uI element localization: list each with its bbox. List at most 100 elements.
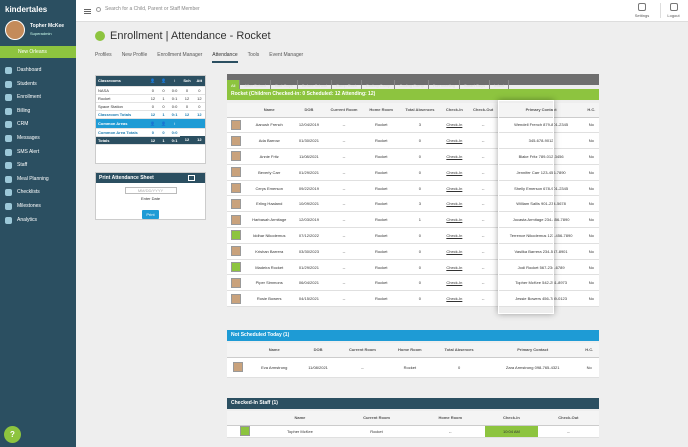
cell: -- bbox=[467, 259, 499, 276]
settings-button[interactable]: Settings bbox=[629, 3, 655, 18]
check-in-link[interactable]: Check-In bbox=[441, 117, 468, 134]
sidebar-item-milestones[interactable]: Milestones bbox=[0, 200, 76, 213]
help-button[interactable]: ? bbox=[4, 426, 21, 443]
check-in-link[interactable]: Check-In bbox=[441, 195, 468, 213]
student-photo[interactable] bbox=[230, 293, 241, 304]
tab-new-profile[interactable]: New Profile bbox=[122, 52, 148, 58]
check-in-link[interactable]: Check-In bbox=[441, 132, 468, 150]
cell: 12 bbox=[180, 110, 194, 119]
cell: No bbox=[583, 195, 599, 213]
avatar[interactable] bbox=[5, 20, 25, 40]
cell: 0:1 bbox=[168, 94, 181, 103]
sidebar-item-messages[interactable]: Messages bbox=[0, 132, 76, 145]
sidebar-item-enrollment[interactable]: Enrollment bbox=[0, 91, 76, 104]
cell: Iddhar Nikodemus bbox=[244, 227, 294, 244]
nav-icon bbox=[5, 216, 12, 224]
check-in-link[interactable]: Check-In bbox=[441, 180, 468, 197]
sidebar-item-staff[interactable]: Staff bbox=[0, 159, 76, 172]
header-cell bbox=[180, 118, 194, 129]
cell: Classroom Totals bbox=[96, 110, 148, 119]
cell: -- bbox=[324, 243, 364, 260]
nav-icon bbox=[5, 148, 12, 156]
check-in-link[interactable]: Check-In bbox=[441, 274, 468, 292]
cell: -- bbox=[467, 148, 499, 165]
student-photo[interactable] bbox=[230, 230, 241, 241]
classrooms-panel: Classrooms 👤 👤 ↕ Sch Att NASA 0 0 0:0 0 0 Rocket 12 1 0… bbox=[95, 75, 206, 164]
student-photo[interactable] bbox=[230, 277, 241, 288]
group-filter-bar: All After School Bad Guys Before School Camp… bbox=[227, 74, 599, 91]
student-photo[interactable] bbox=[230, 183, 241, 194]
enrollment-icon bbox=[95, 31, 105, 41]
rocket-header: Rocket (Children Checked-in: 0 Scheduled… bbox=[227, 89, 599, 100]
tab-tools[interactable]: Tools bbox=[248, 52, 260, 58]
check-in-link[interactable]: Check-In bbox=[441, 290, 468, 308]
student-photo[interactable] bbox=[230, 198, 241, 209]
cell: -- bbox=[324, 227, 364, 244]
cell: 12 bbox=[180, 94, 194, 103]
cell: 12 bbox=[147, 110, 159, 119]
tab-event-manager[interactable]: Event Manager bbox=[269, 52, 303, 58]
cell: NASA bbox=[96, 86, 148, 95]
photo-cell bbox=[227, 425, 263, 438]
sidebar-item-sms-alert[interactable]: SMS Alert bbox=[0, 146, 76, 159]
print-button[interactable]: Print bbox=[142, 210, 159, 219]
student-photo[interactable] bbox=[230, 214, 241, 225]
cell: -- bbox=[415, 425, 486, 438]
cell: 12 bbox=[180, 136, 194, 145]
nav-icon bbox=[5, 121, 12, 129]
nav-icon bbox=[5, 135, 12, 142]
cell: -- bbox=[537, 425, 599, 438]
student-photo[interactable] bbox=[230, 167, 241, 178]
cell: 0 bbox=[398, 274, 442, 292]
cell: -- bbox=[324, 164, 364, 181]
menu-icon[interactable] bbox=[84, 9, 91, 10]
cell: 0 bbox=[180, 86, 194, 95]
student-photo[interactable] bbox=[230, 262, 241, 273]
cell: 0 bbox=[158, 86, 169, 95]
date-input[interactable]: MM/DD/YYYY bbox=[124, 187, 177, 194]
student-photo[interactable] bbox=[230, 151, 241, 162]
cell: 01/29/2021 bbox=[293, 259, 325, 276]
student-photo[interactable] bbox=[230, 135, 241, 146]
student-photo[interactable] bbox=[239, 426, 250, 436]
tab-attendance[interactable]: Attendance bbox=[212, 52, 238, 63]
cell: No bbox=[583, 117, 599, 134]
tab-enrollment-manager[interactable]: Enrollment Manager bbox=[157, 52, 202, 58]
gear-icon bbox=[638, 3, 646, 11]
photo-cell bbox=[227, 180, 245, 197]
column-header bbox=[227, 103, 245, 118]
student-photo[interactable] bbox=[230, 119, 241, 130]
not-scheduled-table: Name DOB Current Room Home Room Total Absenc… bbox=[227, 343, 599, 378]
check-in-link[interactable]: Check-In bbox=[441, 227, 468, 244]
logout-icon bbox=[669, 3, 678, 11]
sidebar-item-checklists[interactable]: Checklists bbox=[0, 186, 76, 199]
check-in-link[interactable]: Check-In bbox=[441, 164, 468, 181]
check-in-link[interactable]: Check-In bbox=[441, 243, 468, 260]
check-in-link[interactable]: Check-In bbox=[441, 259, 468, 276]
nav-icon bbox=[5, 189, 12, 197]
cell: 0 bbox=[432, 357, 486, 378]
check-in-link[interactable]: Check-In bbox=[441, 148, 468, 165]
checkin-highlight bbox=[498, 100, 554, 314]
sidebar-item-students[interactable]: Students bbox=[0, 78, 76, 91]
table-row[interactable]: Eva Armstrong 11/08/2021 -- Rocket 0 Zara Arm… bbox=[227, 357, 599, 378]
student-photo[interactable] bbox=[230, 246, 241, 257]
sidebar-item-billing[interactable]: Billing bbox=[0, 105, 76, 118]
sidebar-item-meal-planning[interactable]: Meal Planning bbox=[0, 173, 76, 186]
sidebar-item-dashboard[interactable]: Dashboard bbox=[0, 64, 76, 77]
search-input[interactable]: Search for a Child, Parent or Staff Memb… bbox=[105, 6, 200, 12]
sidebar-item-analytics[interactable]: Analytics bbox=[0, 214, 76, 227]
tab-profiles[interactable]: Profiles bbox=[95, 52, 112, 58]
sidebar: kindertales Topher McKee Superadmin New … bbox=[0, 0, 76, 447]
cell: 12/04/2019 bbox=[293, 117, 325, 134]
sidebar-item-label: Students bbox=[17, 80, 37, 87]
logout-button[interactable]: Logout bbox=[660, 3, 686, 18]
student-photo[interactable] bbox=[233, 362, 244, 372]
school-selector[interactable]: New Orleans bbox=[0, 46, 76, 58]
sidebar-item-label: Milestones bbox=[17, 203, 41, 209]
common-area-totals: Common Area Totals 0 0 0:0 bbox=[96, 128, 205, 137]
check-in-link[interactable]: Check-In bbox=[441, 211, 468, 229]
brand-logo[interactable]: kindertales bbox=[5, 5, 47, 14]
table-row[interactable]: Topher McKee Rocket -- 10:04 AM -- bbox=[227, 425, 599, 438]
sidebar-item-crm[interactable]: CRM bbox=[0, 118, 76, 131]
